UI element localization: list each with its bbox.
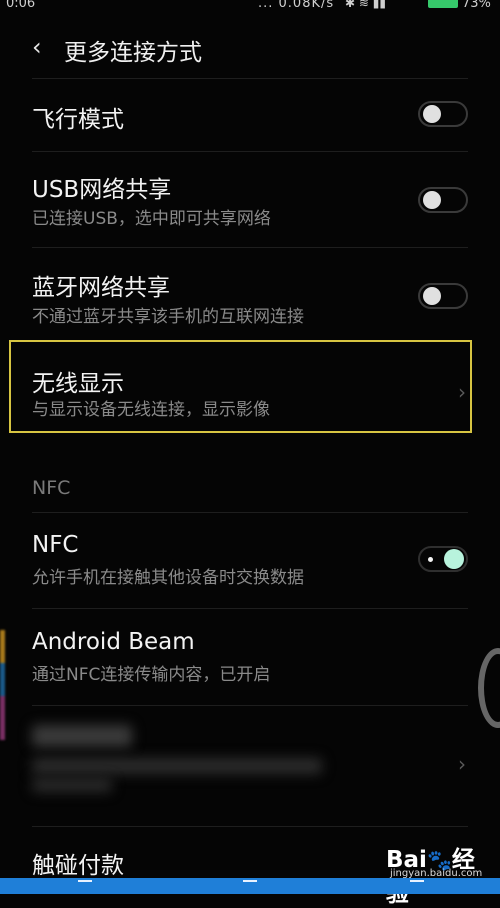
row-label: 飞行模式 — [32, 107, 124, 133]
battery-percent: 73% — [462, 0, 491, 11]
row-subtitle: 与显示设备无线连接，显示影像 — [32, 400, 270, 420]
app-header: ‹ 更多连接方式 — [0, 20, 500, 75]
row-subtitle: 已连接USB，选中即可共享网络 — [32, 209, 271, 229]
floating-ball-icon[interactable] — [478, 648, 500, 728]
blurred-row-subtitle — [32, 778, 112, 792]
row-subtitle: 不通过蓝牙共享该手机的互联网连接 — [32, 307, 304, 327]
divider — [32, 826, 468, 827]
nfc-toggle[interactable] — [418, 546, 468, 572]
status-bar: 0:06 ... 0.08K/s ✱ ≋ ▮▮ 73% — [0, 0, 500, 14]
divider — [32, 512, 468, 513]
nav-menu-icon[interactable] — [410, 880, 424, 888]
row-label: NFC — [32, 532, 79, 558]
row-subtitle: 允许手机在接触其他设备时交换数据 — [32, 568, 304, 588]
divider — [32, 247, 468, 248]
nav-home-icon[interactable] — [243, 880, 257, 888]
row-label: Android Beam — [32, 629, 195, 655]
row-usb-tethering[interactable]: USB网络共享 已连接USB，选中即可共享网络 — [32, 170, 468, 230]
chevron-right-icon: › — [458, 380, 466, 404]
usb-tethering-toggle[interactable] — [418, 187, 468, 213]
row-wireless-display[interactable]: 无线显示 与显示设备无线连接，显示影像 › — [32, 364, 468, 424]
row-label: USB网络共享 — [32, 177, 172, 203]
battery-icon — [428, 0, 458, 8]
toggle-knob — [423, 105, 441, 123]
row-label: 触碰付款 — [32, 853, 124, 879]
section-header-nfc: NFC — [32, 477, 71, 499]
network-speed: ... 0.08K/s — [258, 0, 335, 11]
divider — [32, 705, 468, 706]
row-label: 无线显示 — [32, 371, 124, 397]
nav-back-icon[interactable] — [78, 880, 92, 888]
toggle-knob — [423, 287, 441, 305]
row-nfc[interactable]: NFC 允许手机在接触其他设备时交换数据 — [32, 532, 468, 592]
back-icon[interactable]: ‹ — [32, 33, 42, 61]
divider — [32, 78, 468, 79]
row-subtitle: 通过NFC连接传输内容，已开启 — [32, 665, 271, 685]
page-title: 更多连接方式 — [64, 40, 202, 66]
toggle-knob — [444, 549, 464, 569]
toggle-on-dot — [428, 557, 433, 562]
bluetooth-tethering-toggle[interactable] — [418, 283, 468, 309]
blurred-row-title — [32, 725, 132, 747]
divider — [32, 151, 468, 152]
airplane-mode-toggle[interactable] — [418, 101, 468, 127]
blurred-row-subtitle — [32, 758, 322, 774]
divider — [32, 608, 468, 609]
navigation-bar — [0, 878, 500, 894]
status-time: 0:06 — [6, 0, 36, 11]
signal-icons: ✱ ≋ ▮▮ — [345, 0, 386, 10]
row-label: 蓝牙网络共享 — [32, 275, 170, 301]
row-bluetooth-tethering[interactable]: 蓝牙网络共享 不通过蓝牙共享该手机的互联网连接 — [32, 268, 468, 328]
toggle-knob — [423, 191, 441, 209]
row-airplane-mode[interactable]: 飞行模式 — [32, 100, 468, 133]
chevron-right-icon[interactable]: › — [458, 752, 466, 776]
edge-color-strip — [0, 630, 5, 740]
row-android-beam[interactable]: Android Beam 通过NFC连接传输内容，已开启 — [32, 629, 468, 689]
